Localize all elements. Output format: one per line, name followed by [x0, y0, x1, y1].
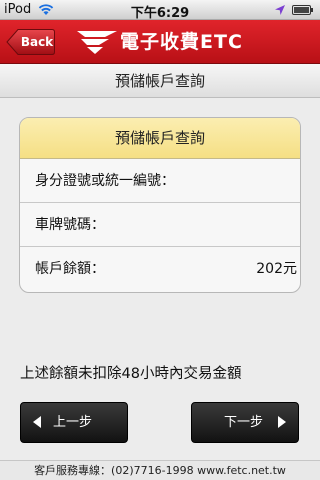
- footer: 客戶服務專線：(02)7716-1998 www.fetc.net.tw: [0, 460, 320, 480]
- back-button[interactable]: Back: [6, 28, 56, 56]
- page-title-bar: 預儲帳戶查詢: [0, 64, 320, 98]
- customer-service-info: 客戶服務專線：(02)7716-1998 www.fetc.net.tw: [34, 464, 286, 477]
- battery-icon: [292, 5, 313, 15]
- card-header-title: 預儲帳戶查詢: [114, 129, 205, 147]
- arrow-right-icon: [278, 416, 286, 428]
- page-title: 預儲帳戶查詢: [114, 72, 205, 90]
- back-button-label: Back: [20, 35, 54, 49]
- etc-logo-icon: [77, 31, 117, 54]
- location-arrow-icon: [275, 5, 285, 15]
- id-number-row: 身分證號或統一編號：: [20, 159, 300, 203]
- account-info-card: 預儲帳戶查詢 身分證號或統一編號： 車牌號碼： 帳戶餘額： 202元: [19, 117, 301, 293]
- balance-row: 帳戶餘額： 202元: [20, 247, 300, 291]
- plate-number-label: 車牌號碼：: [35, 217, 105, 233]
- balance-note: 上述餘額未扣除48小時內交易金額: [20, 366, 242, 382]
- balance-label: 帳戶餘額：: [35, 261, 105, 277]
- clock: 下午6:29: [130, 6, 190, 21]
- card-header: 預儲帳戶查詢: [20, 118, 300, 159]
- previous-step-label: 上一步: [53, 415, 93, 430]
- next-step-label: 下一步: [224, 415, 264, 430]
- app-title: 電子收費ETC: [120, 31, 243, 53]
- navigation-bar: Back 電子收費ETC: [0, 20, 320, 64]
- status-bar: iPod 下午6:29: [0, 0, 320, 21]
- arrow-left-icon: [33, 416, 41, 428]
- next-step-button[interactable]: 下一步: [191, 402, 299, 443]
- id-number-label: 身分證號或統一編號：: [35, 173, 175, 189]
- previous-step-button[interactable]: 上一步: [20, 402, 128, 443]
- plate-number-row: 車牌號碼：: [20, 203, 300, 247]
- balance-value: 202元: [256, 261, 297, 277]
